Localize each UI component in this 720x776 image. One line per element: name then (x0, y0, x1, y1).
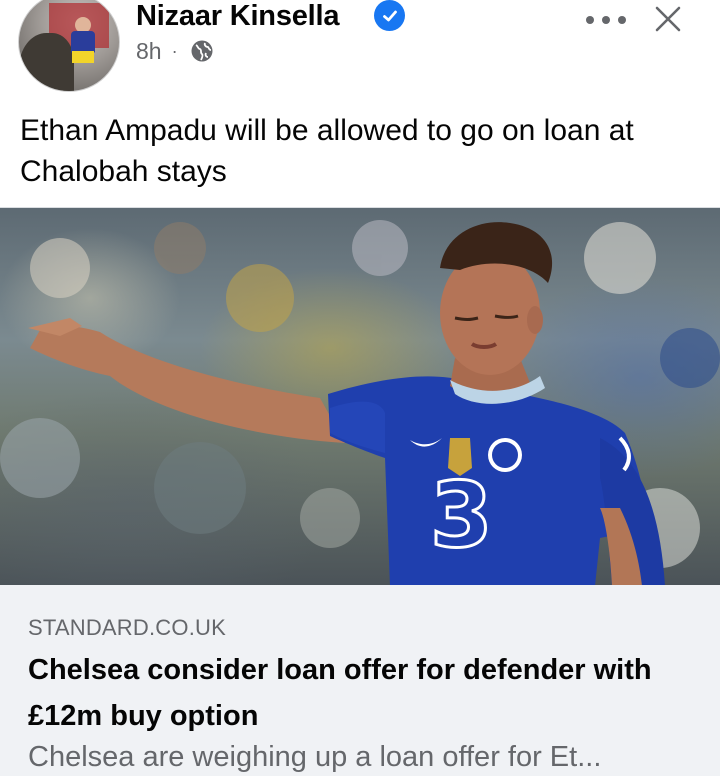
close-button[interactable] (654, 5, 682, 33)
verified-badge-icon (374, 0, 405, 31)
more-options-button[interactable] (586, 6, 626, 34)
svg-text:3: 3 (430, 463, 493, 568)
post-time[interactable]: 8h (136, 37, 162, 65)
post-header: Nizaar Kinsella 8h · (0, 0, 720, 100)
link-preview-meta[interactable]: STANDARD.CO.UK Chelsea consider loan off… (0, 585, 720, 776)
meta-separator: · (171, 41, 178, 61)
author-avatar[interactable] (18, 0, 120, 92)
link-preview-image[interactable]: 3 (0, 207, 720, 585)
ellipsis-icon (586, 16, 594, 24)
post-text: Ethan Ampadu will be allowed to go on lo… (20, 114, 634, 188)
link-domain: STANDARD.CO.UK (28, 615, 226, 640)
close-icon (655, 6, 681, 32)
link-title[interactable]: Chelsea consider loan offer for defender… (28, 647, 700, 739)
globe-icon[interactable] (190, 39, 214, 63)
author-name[interactable]: Nizaar Kinsella (136, 0, 340, 32)
post-meta: 8h · (136, 37, 214, 65)
link-description: Chelsea are weighing up a loan offer for… (28, 741, 602, 773)
